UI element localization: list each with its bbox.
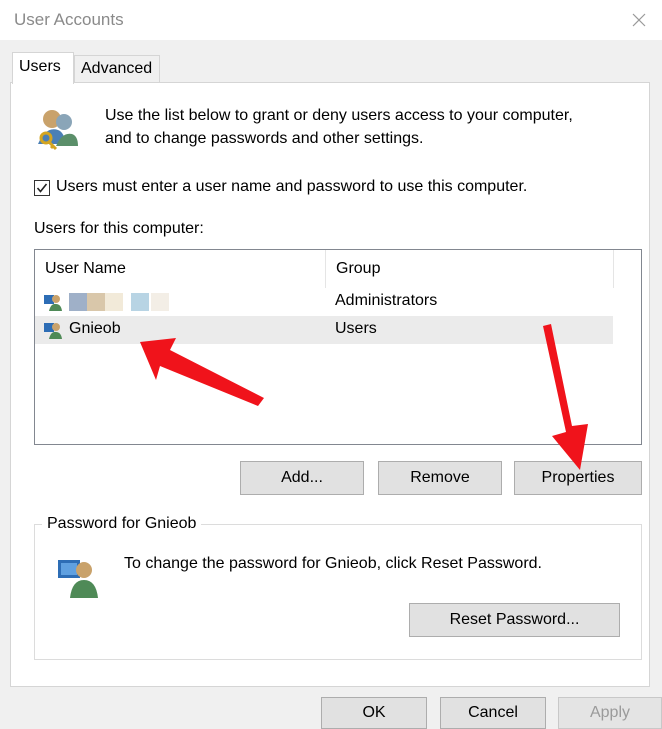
title-bar: User Accounts: [0, 0, 662, 40]
users-list-label: Users for this computer:: [34, 220, 204, 237]
intro-line-2: and to change passwords and other settin…: [105, 130, 424, 147]
user-icon: [43, 292, 63, 317]
password-group-legend: Password for Gnieob: [42, 515, 202, 533]
remove-button[interactable]: Remove: [378, 461, 502, 495]
column-divider: [613, 250, 614, 288]
reset-password-button[interactable]: Reset Password...: [409, 603, 620, 637]
cancel-button[interactable]: Cancel: [440, 697, 546, 729]
user-password-icon: [56, 556, 100, 605]
user-icon: [43, 320, 63, 345]
close-icon: [632, 13, 646, 27]
users-keys-icon: [34, 104, 82, 157]
user-name: Gnieob: [69, 320, 121, 337]
column-header-group[interactable]: Group: [325, 250, 613, 288]
user-group: Administrators: [335, 292, 438, 309]
user-accounts-dialog: User Accounts Advanced Users Use the lis…: [0, 0, 662, 729]
user-row-administrator[interactable]: Administrators: [35, 288, 613, 316]
obscured-name-block: [131, 293, 149, 311]
password-instructions: To change the password for Gnieob, click…: [124, 555, 542, 572]
intro-text: Use the list below to grant or deny user…: [105, 104, 625, 150]
tab-users[interactable]: Users: [12, 52, 74, 84]
user-row-gnieob[interactable]: Gnieob Users: [35, 316, 613, 344]
list-header: User Name Group: [35, 250, 614, 288]
require-password-label[interactable]: Users must enter a user name and passwor…: [56, 178, 527, 196]
require-password-checkbox[interactable]: [34, 180, 50, 196]
close-button[interactable]: [616, 0, 662, 40]
column-header-user-name[interactable]: User Name: [35, 250, 325, 288]
tab-advanced[interactable]: Advanced: [74, 55, 160, 82]
checkmark-icon: [36, 183, 48, 193]
obscured-name-block: [151, 293, 169, 311]
window-title: User Accounts: [14, 10, 124, 29]
obscured-name-block: [69, 293, 87, 311]
apply-button[interactable]: Apply: [558, 697, 662, 729]
intro-line-1: Use the list below to grant or deny user…: [105, 107, 573, 124]
users-list[interactable]: User Name Group Administrators Gnieob Us…: [34, 249, 642, 445]
password-group-box: [34, 524, 642, 660]
obscured-name-block: [87, 293, 105, 311]
add-button[interactable]: Add...: [240, 461, 364, 495]
properties-button[interactable]: Properties: [514, 461, 642, 495]
ok-button[interactable]: OK: [321, 697, 427, 729]
obscured-name-block: [105, 293, 123, 311]
user-group: Users: [335, 320, 377, 337]
